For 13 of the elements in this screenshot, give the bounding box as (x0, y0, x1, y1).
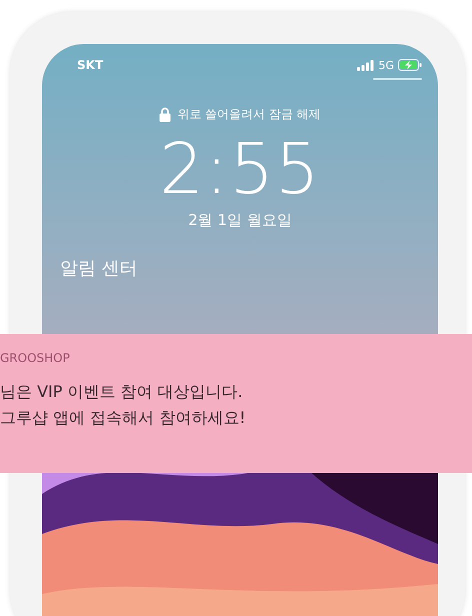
carrier-label: SKT (77, 58, 104, 72)
signal-icon (357, 60, 374, 70)
unlock-hint: 위로 쓸어올려서 잠금 해제 (177, 106, 321, 123)
clock-time: 2:55 (159, 129, 321, 209)
notification-message: 님은 VIP 이벤트 참여 대상입니다. (0, 381, 244, 403)
date-label: 2월 1일 월요일 (188, 211, 292, 230)
notification-message: 그루샵 앱에 접속해서 참여하세요! (0, 407, 247, 429)
notification-app-name: GROOSHOP (0, 351, 71, 365)
notification-center-title: 알림 센터 (60, 257, 138, 280)
control-center-indicator[interactable] (373, 78, 422, 80)
network-label: 5G (378, 58, 394, 72)
notification-banner[interactable]: GROOSHOP 님은 VIP 이벤트 참여 대상입니다. 그루샵 앱에 접속해서 참여하세요! (0, 334, 472, 473)
lock-icon (159, 107, 172, 122)
